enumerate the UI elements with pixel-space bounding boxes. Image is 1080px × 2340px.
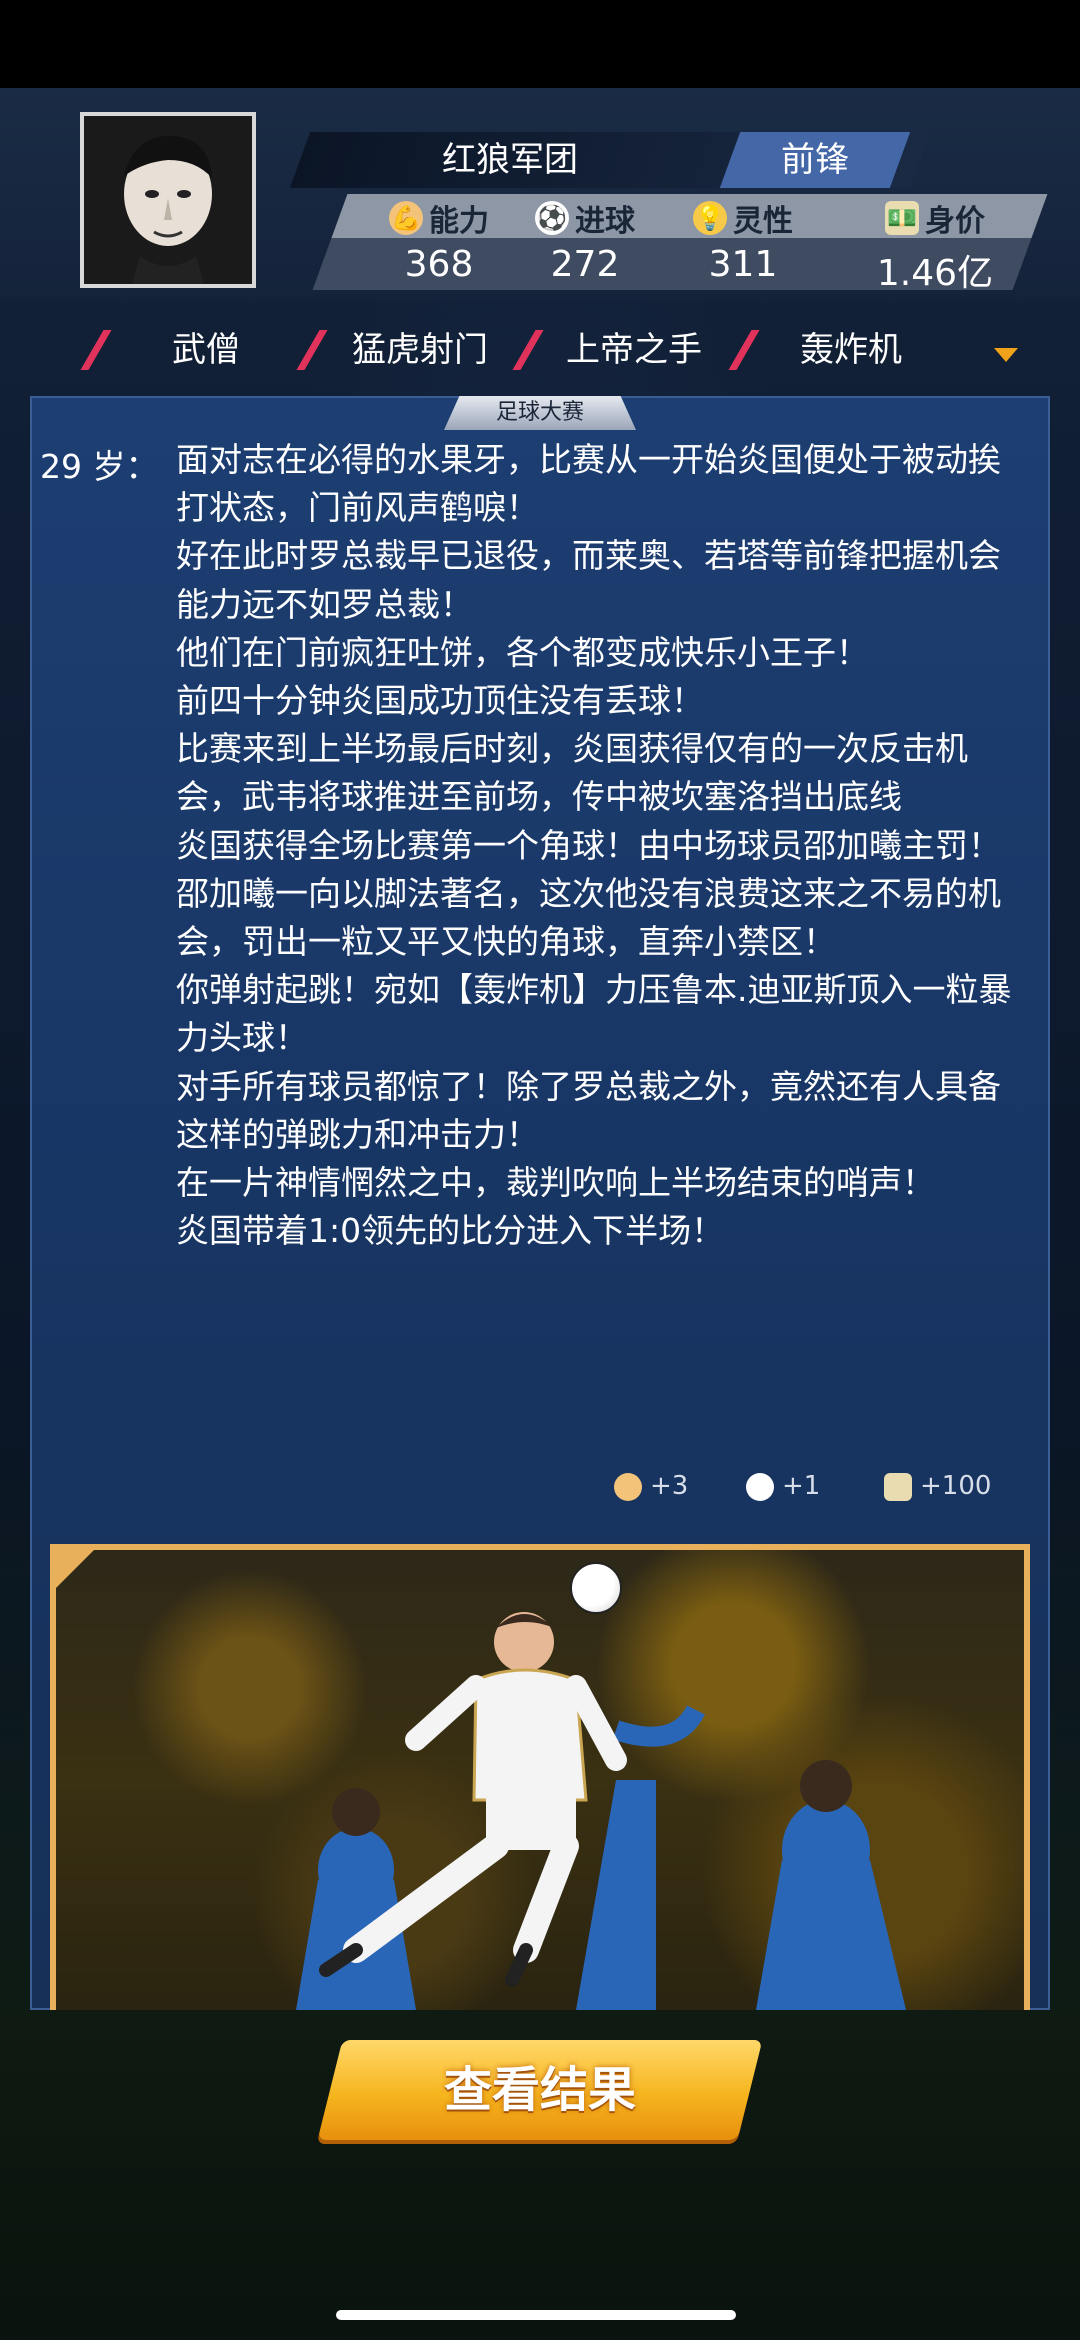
header-match-illustration-icon — [296, 1612, 906, 2010]
soccer-ball-icon — [746, 1472, 774, 1501]
event-story[interactable]: 面对志在必得的水果牙，比赛从一开始炎国便处于被动挨打状态，门前风声鹤唳！ 好在此… — [176, 436, 1026, 1255]
story-line: 对手所有球员都惊了！除了罗总裁之外，竟然还有人具备这样的弹跳力和冲击力！ — [176, 1066, 1001, 1154]
story-line: 面对志在必得的水果牙，比赛从一开始炎国便处于被动挨打状态，门前风声鹤唳！ — [176, 440, 1001, 528]
skill-divider — [512, 330, 544, 370]
view-result-button[interactable]: 查看结果 — [330, 2040, 750, 2140]
story-line: 在一片神情惘然之中，裁判吹响上半场结束的哨声！ — [176, 1163, 935, 1203]
story-line: 他们在门前疯狂吐饼，各个都变成快乐小王子！ — [176, 632, 869, 672]
story-line: 邵加曦一向以脚法著名，这次他没有浪费这来之不易的机会，罚出一粒又平又快的角球，直… — [176, 873, 1001, 962]
stat-value: 311 — [708, 244, 778, 285]
skill-divider — [296, 330, 328, 370]
lightbulb-icon: 💡 — [693, 201, 727, 235]
stat-value: 368 — [404, 244, 474, 285]
skill-divider — [728, 330, 760, 370]
player-portrait-icon — [84, 116, 252, 284]
stat-goals: ⚽ 进球 272 — [510, 194, 660, 290]
frame-corner-decoration — [50, 1544, 100, 1594]
event-tab: 足球大赛 — [444, 396, 636, 430]
money-icon: 💵 — [885, 201, 919, 235]
story-line: 比赛来到上半场最后时刻，炎国获得仅有的一次反击机会，武韦将球推进至前场，传中被坎… — [176, 729, 968, 817]
soccer-ball-icon — [570, 1562, 622, 1614]
reward-goals: +1 — [746, 1466, 820, 1506]
story-line: 炎国获得全场比赛第一个角球！由中场球员邵加曦主罚！ — [176, 825, 1001, 865]
position-label: 前锋 — [781, 140, 849, 180]
reward-money: +100 — [884, 1466, 991, 1506]
stat-label: 身价 — [925, 204, 985, 239]
stat-label: 灵性 — [733, 204, 793, 239]
reward-value: +1 — [782, 1471, 821, 1501]
rewards-row: +3 +1 +100 — [610, 1466, 1030, 1506]
reward-value: +3 — [650, 1471, 689, 1501]
muscle-icon — [614, 1472, 642, 1501]
story-line: 你弹射起跳！宛如【轰炸机】力压鲁本.迪亚斯顶入一粒暴力头球！ — [176, 970, 1012, 1058]
stat-value: 1.46亿 — [876, 253, 994, 294]
player-avatar[interactable] — [80, 112, 256, 288]
team-name: 红狼军团 — [442, 140, 578, 180]
money-icon — [884, 1472, 912, 1501]
stat-ability: 💪 能力 368 — [364, 194, 514, 290]
expand-skills-icon[interactable] — [994, 348, 1018, 362]
stat-spirit: 💡 灵性 311 — [668, 194, 818, 290]
home-indicator[interactable] — [336, 2310, 736, 2320]
skill-item[interactable]: 上帝之手 — [566, 312, 702, 388]
story-line: 炎国带着1:0领先的比分进入下半场！ — [176, 1211, 725, 1251]
skill-item[interactable]: 武僧 — [172, 312, 240, 388]
age-label: 29 岁： — [40, 447, 159, 486]
muscle-icon: 💪 — [389, 201, 423, 235]
skills-row: 武僧 猛虎射门 上帝之手 轰炸机 — [0, 312, 1080, 388]
stat-value-worth: 💵 身价 1.46亿 — [860, 194, 1010, 294]
story-line: 前四十分钟炎国成功顶住没有丢球！ — [176, 681, 704, 721]
skill-item[interactable]: 猛虎射门 — [352, 312, 488, 388]
soccer-ball-icon: ⚽ — [535, 201, 569, 235]
skill-item[interactable]: 轰炸机 — [800, 312, 902, 388]
stat-label: 能力 — [429, 204, 489, 239]
event-illustration — [50, 1544, 1030, 2010]
stat-label: 进球 — [575, 204, 635, 239]
reward-ability: +3 — [614, 1466, 688, 1506]
story-line: 好在此时罗总裁早已退役，而莱奥、若塔等前锋把握机会能力远不如罗总裁！ — [176, 536, 1001, 624]
stat-value: 272 — [550, 244, 620, 285]
skill-divider — [80, 330, 112, 370]
reward-value: +100 — [920, 1471, 992, 1501]
